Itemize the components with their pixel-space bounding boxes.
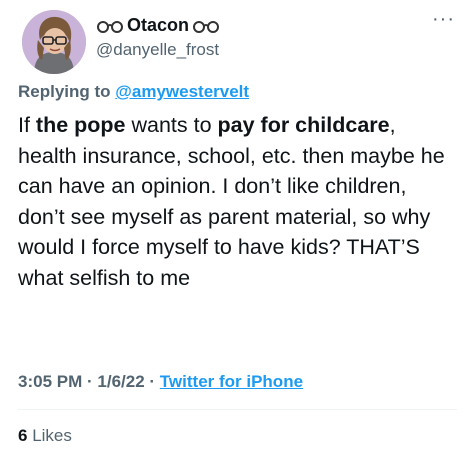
likes-label: Likes	[32, 426, 72, 445]
tweet-text-segment: wants to	[125, 113, 218, 137]
reply-handle-link[interactable]: @amywestervelt	[115, 82, 249, 101]
tweet-meta: 3:05 PM · 1/6/22 · Twitter for iPhone	[18, 372, 303, 392]
tweet-card: Otacon @danyelle_frost ··· Replying to @…	[0, 0, 475, 455]
tweet-source-link[interactable]: Twitter for iPhone	[160, 372, 303, 391]
tweet-time[interactable]: 3:05 PM	[18, 372, 82, 391]
likes-count[interactable]: 6 Likes	[18, 426, 72, 446]
glasses-icon	[96, 19, 124, 33]
author-display-name: Otacon	[127, 15, 190, 35]
more-options-button[interactable]: ···	[432, 8, 455, 31]
tweet-text-segment-bold: the pope	[35, 113, 126, 137]
author-name-row[interactable]: Otacon	[96, 15, 220, 36]
tweet-text-segment-bold: pay for childcare	[217, 113, 390, 137]
avatar[interactable]	[22, 10, 86, 74]
replying-to-line: Replying to @amywestervelt	[18, 82, 249, 102]
glasses-icon	[192, 19, 220, 33]
replying-to-prefix: Replying to	[18, 82, 111, 101]
tweet-text-segment: If	[18, 113, 36, 137]
author-handle[interactable]: @danyelle_frost	[96, 40, 219, 60]
likes-number: 6	[18, 426, 28, 445]
tweet-text-segment: , health insurance, school, etc. then ma…	[18, 113, 451, 290]
tweet-date[interactable]: 1/6/22	[97, 372, 144, 391]
meta-separator: ·	[86, 372, 93, 391]
divider	[18, 409, 457, 410]
meta-separator: ·	[149, 372, 156, 391]
avatar-illustration	[22, 10, 86, 74]
tweet-text: If the pope wants to pay for childcare, …	[18, 110, 458, 293]
